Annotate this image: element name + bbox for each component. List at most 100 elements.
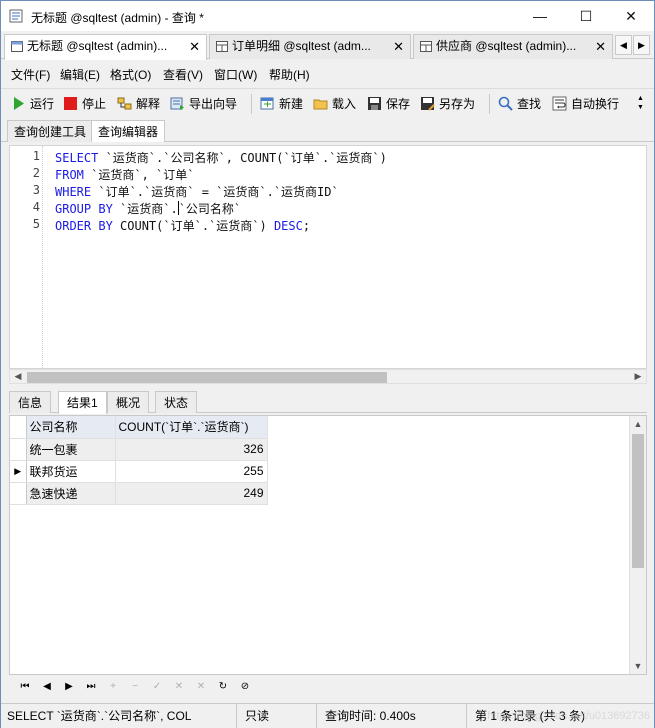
tab-query-editor[interactable]: 查询编辑器 <box>91 120 166 142</box>
menu-view[interactable]: 查看(V) <box>163 66 203 83</box>
table-icon <box>216 41 228 52</box>
sql-editor[interactable]: 1 2 3 4 5 SELECT `运货商`.`公司名称`, COUNT(`订单… <box>9 145 647 369</box>
doc-tab-untitled[interactable]: 无标题 @sqltest (admin)... ✕ <box>4 34 207 60</box>
code-line: FROM `运货商`, `订单` <box>55 168 195 182</box>
doc-tab-suppliers[interactable]: 供应商 @sqltest (admin)... ✕ <box>413 34 613 59</box>
code-line: GROUP BY `运货商`.`公司名称` <box>55 201 242 216</box>
stop-button[interactable]: 停止 <box>63 94 106 114</box>
find-button[interactable]: 查找 <box>498 94 541 114</box>
first-record-icon[interactable]: ⏮ <box>17 679 33 695</box>
new-query-icon <box>260 97 274 110</box>
cell-count[interactable]: 255 <box>115 460 268 483</box>
cancel-edit-icon[interactable]: ✕ <box>193 679 209 695</box>
table-row[interactable]: ▶ 联邦货运 255 <box>10 460 268 483</box>
status-query-time: 查询时间: 0.400s <box>319 704 467 728</box>
tab-status[interactable]: 状态 <box>155 391 198 413</box>
menu-file[interactable]: 文件(F) <box>11 66 50 83</box>
tab-scroll-left-button[interactable]: ◀ <box>615 35 632 55</box>
grid-vertical-scrollbar[interactable]: ▲ ▼ <box>629 416 646 674</box>
doc-tab-order-details[interactable]: 订单明细 @sqltest (adm... ✕ <box>209 34 411 59</box>
save-icon <box>368 97 381 110</box>
menu-window[interactable]: 窗口(W) <box>214 66 257 83</box>
run-button[interactable]: 运行 <box>11 94 54 114</box>
toolbar-overflow-button[interactable]: ▲▼ <box>637 94 645 112</box>
explain-button[interactable]: 解释 <box>117 94 160 114</box>
code-line: SELECT `运货商`.`公司名称`, COUNT(`订单`.`运货商`) <box>55 151 387 165</box>
stop-icon <box>64 97 77 110</box>
menu-edit[interactable]: 编辑(E) <box>60 66 100 83</box>
maximize-button[interactable]: ☐ <box>563 1 609 31</box>
cell-count[interactable]: 249 <box>115 482 268 505</box>
close-icon[interactable]: ✕ <box>189 35 200 58</box>
export-wizard-button[interactable]: 导出向导 <box>170 94 237 114</box>
status-mode: 只读 <box>239 704 317 728</box>
menu-help[interactable]: 帮助(H) <box>269 66 310 83</box>
scroll-left-icon[interactable]: ◀ <box>10 370 26 383</box>
result-table: 公司名称 COUNT(`订单`.`运货商`) 统一包裹 326 ▶ 联邦货运 2… <box>10 416 268 505</box>
refresh-icon[interactable]: ↻ <box>215 679 231 695</box>
row-header[interactable] <box>10 438 27 461</box>
table-icon <box>420 41 432 52</box>
row-header[interactable] <box>10 482 27 505</box>
save-as-button[interactable]: 另存为 <box>420 94 475 114</box>
load-button[interactable]: 载入 <box>313 94 356 114</box>
menu-format[interactable]: 格式(O) <box>110 66 151 83</box>
export-icon <box>170 97 184 110</box>
close-icon[interactable]: ✕ <box>595 35 606 58</box>
scrollbar-thumb[interactable] <box>27 372 387 383</box>
code-line: ORDER BY COUNT(`订单`.`运货商`) DESC; <box>55 219 311 233</box>
result-tabs: 信息 结果1 概况 状态 <box>9 389 647 414</box>
document-tabs: 无标题 @sqltest (admin)... ✕ 订单明细 @sqltest … <box>1 31 654 60</box>
word-wrap-button[interactable]: 自动换行 <box>552 94 619 114</box>
minimize-button[interactable]: — <box>517 1 563 31</box>
scroll-down-icon[interactable]: ▼ <box>630 658 646 674</box>
tab-info[interactable]: 信息 <box>9 391 52 413</box>
line-number: 5 <box>32 217 40 231</box>
editor-horizontal-scrollbar[interactable]: ◀ ▶ <box>9 369 647 384</box>
tab-scroll-right-button[interactable]: ▶ <box>633 35 650 55</box>
word-wrap-icon <box>552 96 567 111</box>
run-icon <box>14 97 24 110</box>
scroll-up-icon[interactable]: ▲ <box>630 416 646 432</box>
apply-changes-icon[interactable]: ✓ <box>149 679 165 695</box>
result-grid[interactable]: 公司名称 COUNT(`订单`.`运货商`) 统一包裹 326 ▶ 联邦货运 2… <box>9 415 647 675</box>
tab-result1[interactable]: 结果1 <box>58 391 107 414</box>
scroll-right-icon[interactable]: ▶ <box>630 370 646 383</box>
delete-record-icon[interactable]: − <box>127 679 143 695</box>
add-record-icon[interactable]: + <box>105 679 121 695</box>
save-as-icon <box>421 97 435 111</box>
cell-company-name[interactable]: 急速快递 <box>26 482 116 505</box>
stop-icon[interactable]: ⊘ <box>237 679 253 695</box>
current-row-marker-icon[interactable]: ▶ <box>10 460 27 483</box>
toolbar: 运行 停止 解释 导出向导 新建 载入 保存 另存为 查找 自动换行 ▲▼ <box>1 88 654 117</box>
tab-profile[interactable]: 概况 <box>107 391 150 413</box>
close-window-button[interactable]: ✕ <box>608 1 654 31</box>
table-row[interactable]: 急速快递 249 <box>10 482 268 505</box>
line-number: 1 <box>32 149 40 163</box>
cell-company-name[interactable]: 联邦货运 <box>26 460 116 483</box>
folder-icon <box>313 99 328 110</box>
column-header[interactable]: COUNT(`订单`.`运货商`) <box>115 416 268 439</box>
cell-company-name[interactable]: 统一包裹 <box>26 438 116 461</box>
last-record-icon[interactable]: ⏭ <box>83 679 99 695</box>
line-number-gutter: 1 2 3 4 5 <box>10 146 43 368</box>
table-row[interactable]: 统一包裹 326 <box>10 438 268 461</box>
next-record-icon[interactable]: ▶ <box>61 679 77 695</box>
menu-bar: 文件(F) 编辑(E) 格式(O) 查看(V) 窗口(W) 帮助(H) <box>1 61 654 87</box>
column-header[interactable]: 公司名称 <box>26 416 116 439</box>
discard-changes-icon[interactable]: ✕ <box>171 679 187 695</box>
table-header-row: 公司名称 COUNT(`订单`.`运货商`) <box>10 416 268 439</box>
window-title: 无标题 @sqltest (admin) - 查询 * <box>31 11 204 25</box>
scrollbar-thumb[interactable] <box>632 434 644 568</box>
prev-record-icon[interactable]: ◀ <box>39 679 55 695</box>
line-number: 3 <box>32 183 40 197</box>
explain-icon <box>117 97 132 110</box>
toolbar-separator <box>489 94 490 114</box>
toolbar-separator <box>251 94 252 114</box>
save-button[interactable]: 保存 <box>367 94 410 114</box>
new-button[interactable]: 新建 <box>260 94 303 114</box>
close-icon[interactable]: ✕ <box>393 35 404 58</box>
cell-count[interactable]: 326 <box>115 438 268 461</box>
tab-query-builder[interactable]: 查询创建工具 <box>7 120 94 142</box>
doc-tab-label: 无标题 @sqltest (admin)... <box>27 39 168 53</box>
